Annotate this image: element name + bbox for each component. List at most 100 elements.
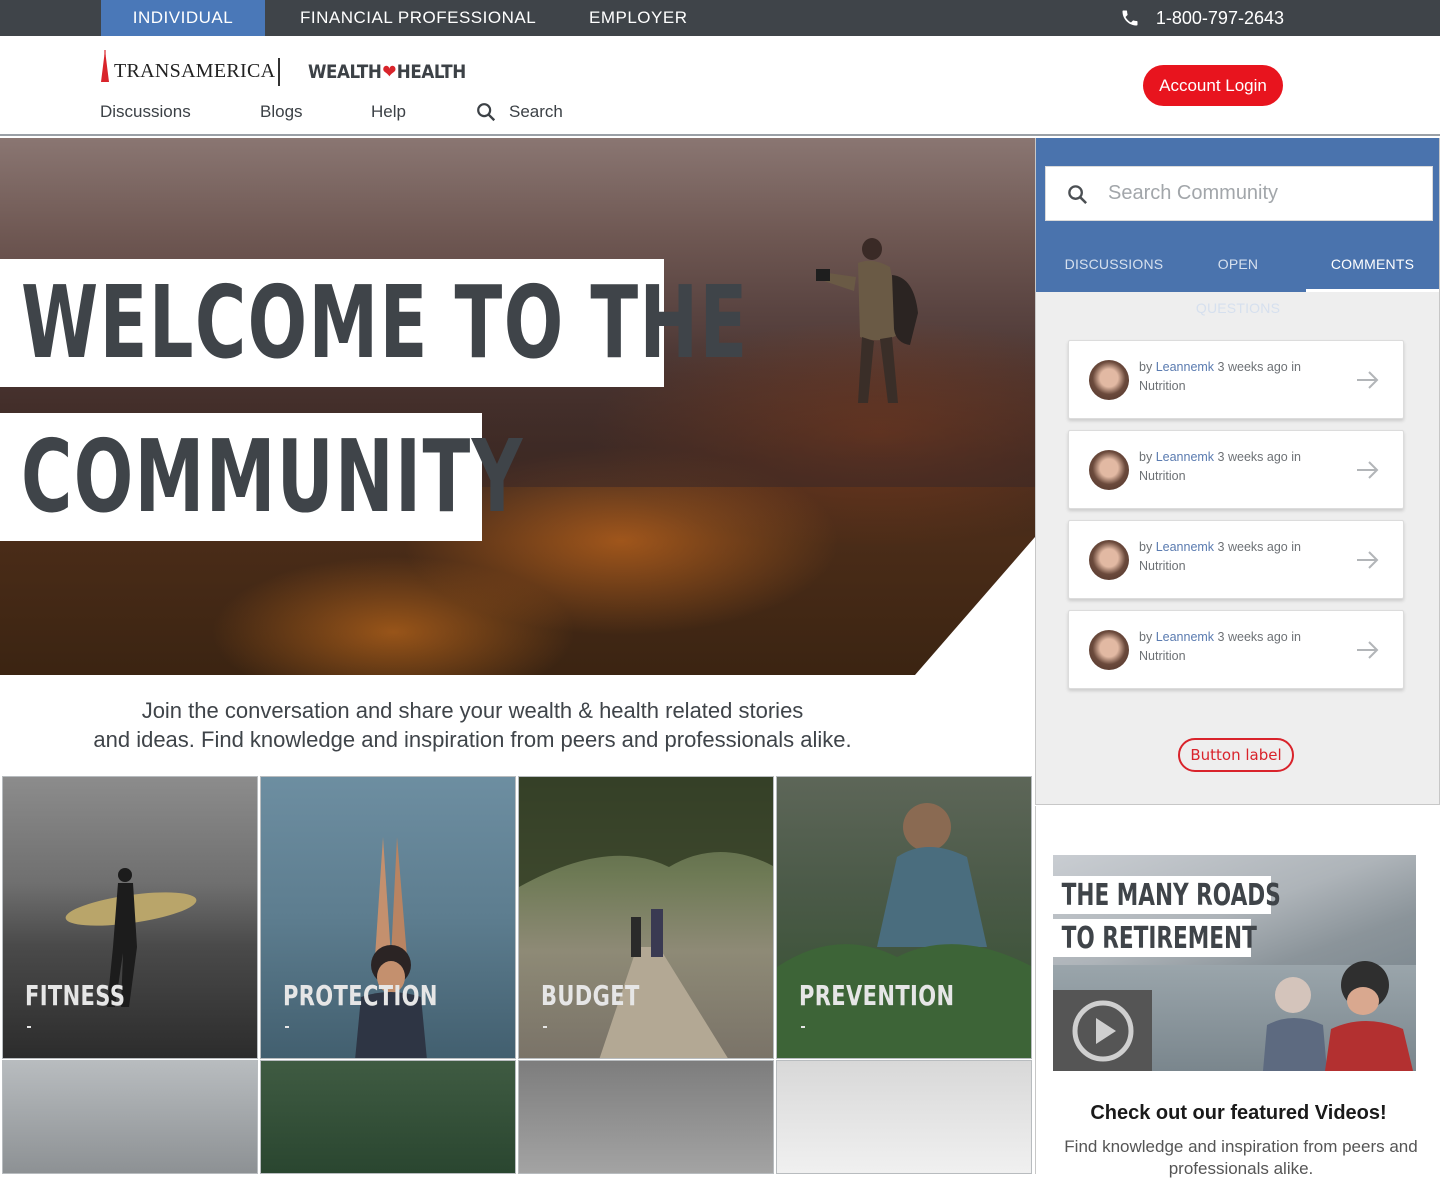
phone-number: 1-800-797-2643 xyxy=(1155,8,1284,28)
arrow-right-icon[interactable] xyxy=(1355,637,1381,663)
category-dash xyxy=(285,1026,289,1028)
category-label: FITNESS xyxy=(25,979,126,1012)
category-tile-row2-3[interactable] xyxy=(518,1060,774,1174)
more-comments-button[interactable]: Button label xyxy=(1178,738,1294,772)
avatar xyxy=(1089,450,1129,490)
comment-author-link[interactable]: Leannemk xyxy=(1156,360,1214,374)
meta-by: by xyxy=(1139,540,1153,554)
meta-by: by xyxy=(1139,450,1153,464)
arrow-right-icon[interactable] xyxy=(1355,457,1381,483)
category-dash xyxy=(801,1026,805,1028)
tab-open-questions[interactable]: OPEN QUESTIONS xyxy=(1176,242,1300,316)
nav-search[interactable]: Search xyxy=(475,100,563,124)
featured-video-thumbnail[interactable]: THE MANY ROADS TO RETIREMENT xyxy=(1053,855,1416,1071)
intro-line1: Join the conversation and share your wea… xyxy=(141,698,804,723)
hero-corner-cut xyxy=(915,537,1035,675)
tab-comments[interactable]: COMMENTS xyxy=(1306,242,1439,292)
featured-text: Find knowledge and inspiration from peer… xyxy=(1064,1137,1418,1178)
retired-couple-figure xyxy=(1263,961,1413,1071)
sub-brand-right: HEALTH xyxy=(396,61,466,83)
community-panel: DISCUSSIONS OPEN QUESTIONS COMMENTS by L… xyxy=(1035,138,1440,805)
hero-title-line1: WELCOME TO THE xyxy=(21,264,749,381)
comment-card[interactable]: by Leannemk 3 weeks ago in Nutrition xyxy=(1068,520,1404,599)
audience-employer-tab[interactable]: EMPLOYER xyxy=(589,0,687,36)
comment-author-link[interactable]: Leannemk xyxy=(1156,630,1214,644)
audience-bar: INDIVIDUAL FINANCIAL PROFESSIONAL EMPLOY… xyxy=(0,0,1440,36)
hero-banner: WELCOME TO THE COMMUNITY xyxy=(0,138,1035,675)
video-title-line1-box: THE MANY ROADS xyxy=(1053,876,1281,914)
meta-time: 3 weeks ago in xyxy=(1217,630,1301,644)
comment-author-link[interactable]: Leannemk xyxy=(1156,450,1214,464)
arrow-right-icon[interactable] xyxy=(1355,547,1381,573)
community-header: DISCUSSIONS OPEN QUESTIONS COMMENTS xyxy=(1036,138,1439,316)
account-login-button[interactable]: Account Login xyxy=(1143,65,1283,106)
comment-meta: by Leannemk 3 weeks ago in Nutrition xyxy=(1139,448,1329,486)
comment-meta: by Leannemk 3 weeks ago in Nutrition xyxy=(1139,628,1329,666)
brand-name: TRANSAMERICA xyxy=(114,60,276,82)
phone-icon xyxy=(1122,10,1138,26)
tab-discussions[interactable]: DISCUSSIONS xyxy=(1058,242,1170,292)
meta-time: 3 weeks ago in xyxy=(1217,450,1301,464)
meta-time: 3 weeks ago in xyxy=(1217,360,1301,374)
category-dash xyxy=(543,1026,547,1028)
comment-category[interactable]: Nutrition xyxy=(1139,559,1186,573)
audience-individual-tab[interactable]: INDIVIDUAL xyxy=(101,0,265,36)
sub-brand-left: WEALTH xyxy=(308,61,382,83)
hero-title-line2-box: COMMUNITY xyxy=(0,413,524,541)
yoga-figure xyxy=(355,837,427,1058)
video-title-line2-box: TO RETIREMENT xyxy=(1053,919,1257,957)
featured-videos-card: THE MANY ROADS TO RETIREMENT Check out o… xyxy=(1035,806,1440,1178)
play-button[interactable] xyxy=(1053,990,1152,1071)
meta-time: 3 weeks ago in xyxy=(1217,540,1301,554)
arrow-right-icon[interactable] xyxy=(1355,367,1381,393)
search-icon xyxy=(1068,185,1088,205)
intro-line2: and ideas. Find knowledge and inspiratio… xyxy=(93,727,852,752)
category-label: PROTECTION xyxy=(283,979,438,1012)
category-tile-budget[interactable]: BUDGET xyxy=(518,776,774,1059)
category-tile-row2-4[interactable] xyxy=(776,1060,1032,1174)
nav-help[interactable]: Help xyxy=(371,102,406,126)
featured-heading: Check out our featured Videos! xyxy=(1090,1102,1387,1124)
comment-card[interactable]: by Leannemk 3 weeks ago in Nutrition xyxy=(1068,610,1404,689)
comment-card[interactable]: by Leannemk 3 weeks ago in Nutrition xyxy=(1068,430,1404,509)
category-label: BUDGET xyxy=(541,979,640,1012)
category-tile-protection[interactable]: PROTECTION xyxy=(260,776,516,1059)
comment-meta: by Leannemk 3 weeks ago in Nutrition xyxy=(1139,538,1329,576)
category-label: PREVENTION xyxy=(799,979,955,1012)
avatar xyxy=(1089,360,1129,400)
community-search-box[interactable] xyxy=(1045,166,1433,221)
category-tile-prevention[interactable]: PREVENTION xyxy=(776,776,1032,1059)
logo-divider xyxy=(278,58,280,86)
comment-category[interactable]: Nutrition xyxy=(1139,649,1186,663)
audience-financial-professional-tab[interactable]: FINANCIAL PROFESSIONAL xyxy=(300,0,536,36)
category-tile-row2-2[interactable] xyxy=(260,1060,516,1174)
hiker-figure xyxy=(816,238,918,403)
category-tile-fitness[interactable]: FITNESS xyxy=(2,776,258,1059)
heart-icon: ❤ xyxy=(382,61,396,83)
community-search-input[interactable] xyxy=(1108,167,1418,220)
comment-author-link[interactable]: Leannemk xyxy=(1156,540,1214,554)
hero-title-line2: COMMUNITY xyxy=(21,418,524,535)
nav-discussions[interactable]: Discussions xyxy=(100,102,191,126)
comment-card[interactable]: by Leannemk 3 weeks ago in Nutrition xyxy=(1068,340,1404,419)
category-tile-row2-1[interactable] xyxy=(2,1060,258,1174)
hero-title-line1-box: WELCOME TO THE xyxy=(0,259,749,387)
comment-category[interactable]: Nutrition xyxy=(1139,379,1186,393)
play-icon xyxy=(1072,1000,1133,1061)
comment-category[interactable]: Nutrition xyxy=(1139,469,1186,483)
transamerica-logo[interactable]: TRANSAMERICA xyxy=(100,50,275,82)
comment-meta: by Leannemk 3 weeks ago in Nutrition xyxy=(1139,358,1329,396)
video-title-line1: THE MANY ROADS xyxy=(1061,878,1281,913)
search-label: Search xyxy=(509,102,563,121)
phone-link[interactable]: 1-800-797-2643 xyxy=(1120,0,1284,36)
site-header: TRANSAMERICA WEALTH ❤ HEALTH Discussions… xyxy=(0,36,1440,136)
nav-blogs[interactable]: Blogs xyxy=(260,102,303,126)
gardener-scene xyxy=(777,803,1031,1058)
avatar xyxy=(1089,630,1129,670)
pyramid-icon xyxy=(101,50,109,82)
wealth-health-logo[interactable]: WEALTH ❤ HEALTH xyxy=(308,61,466,83)
intro-text: Join the conversation and share your wea… xyxy=(0,696,945,754)
meta-by: by xyxy=(1139,360,1153,374)
meta-by: by xyxy=(1139,630,1153,644)
avatar xyxy=(1089,540,1129,580)
